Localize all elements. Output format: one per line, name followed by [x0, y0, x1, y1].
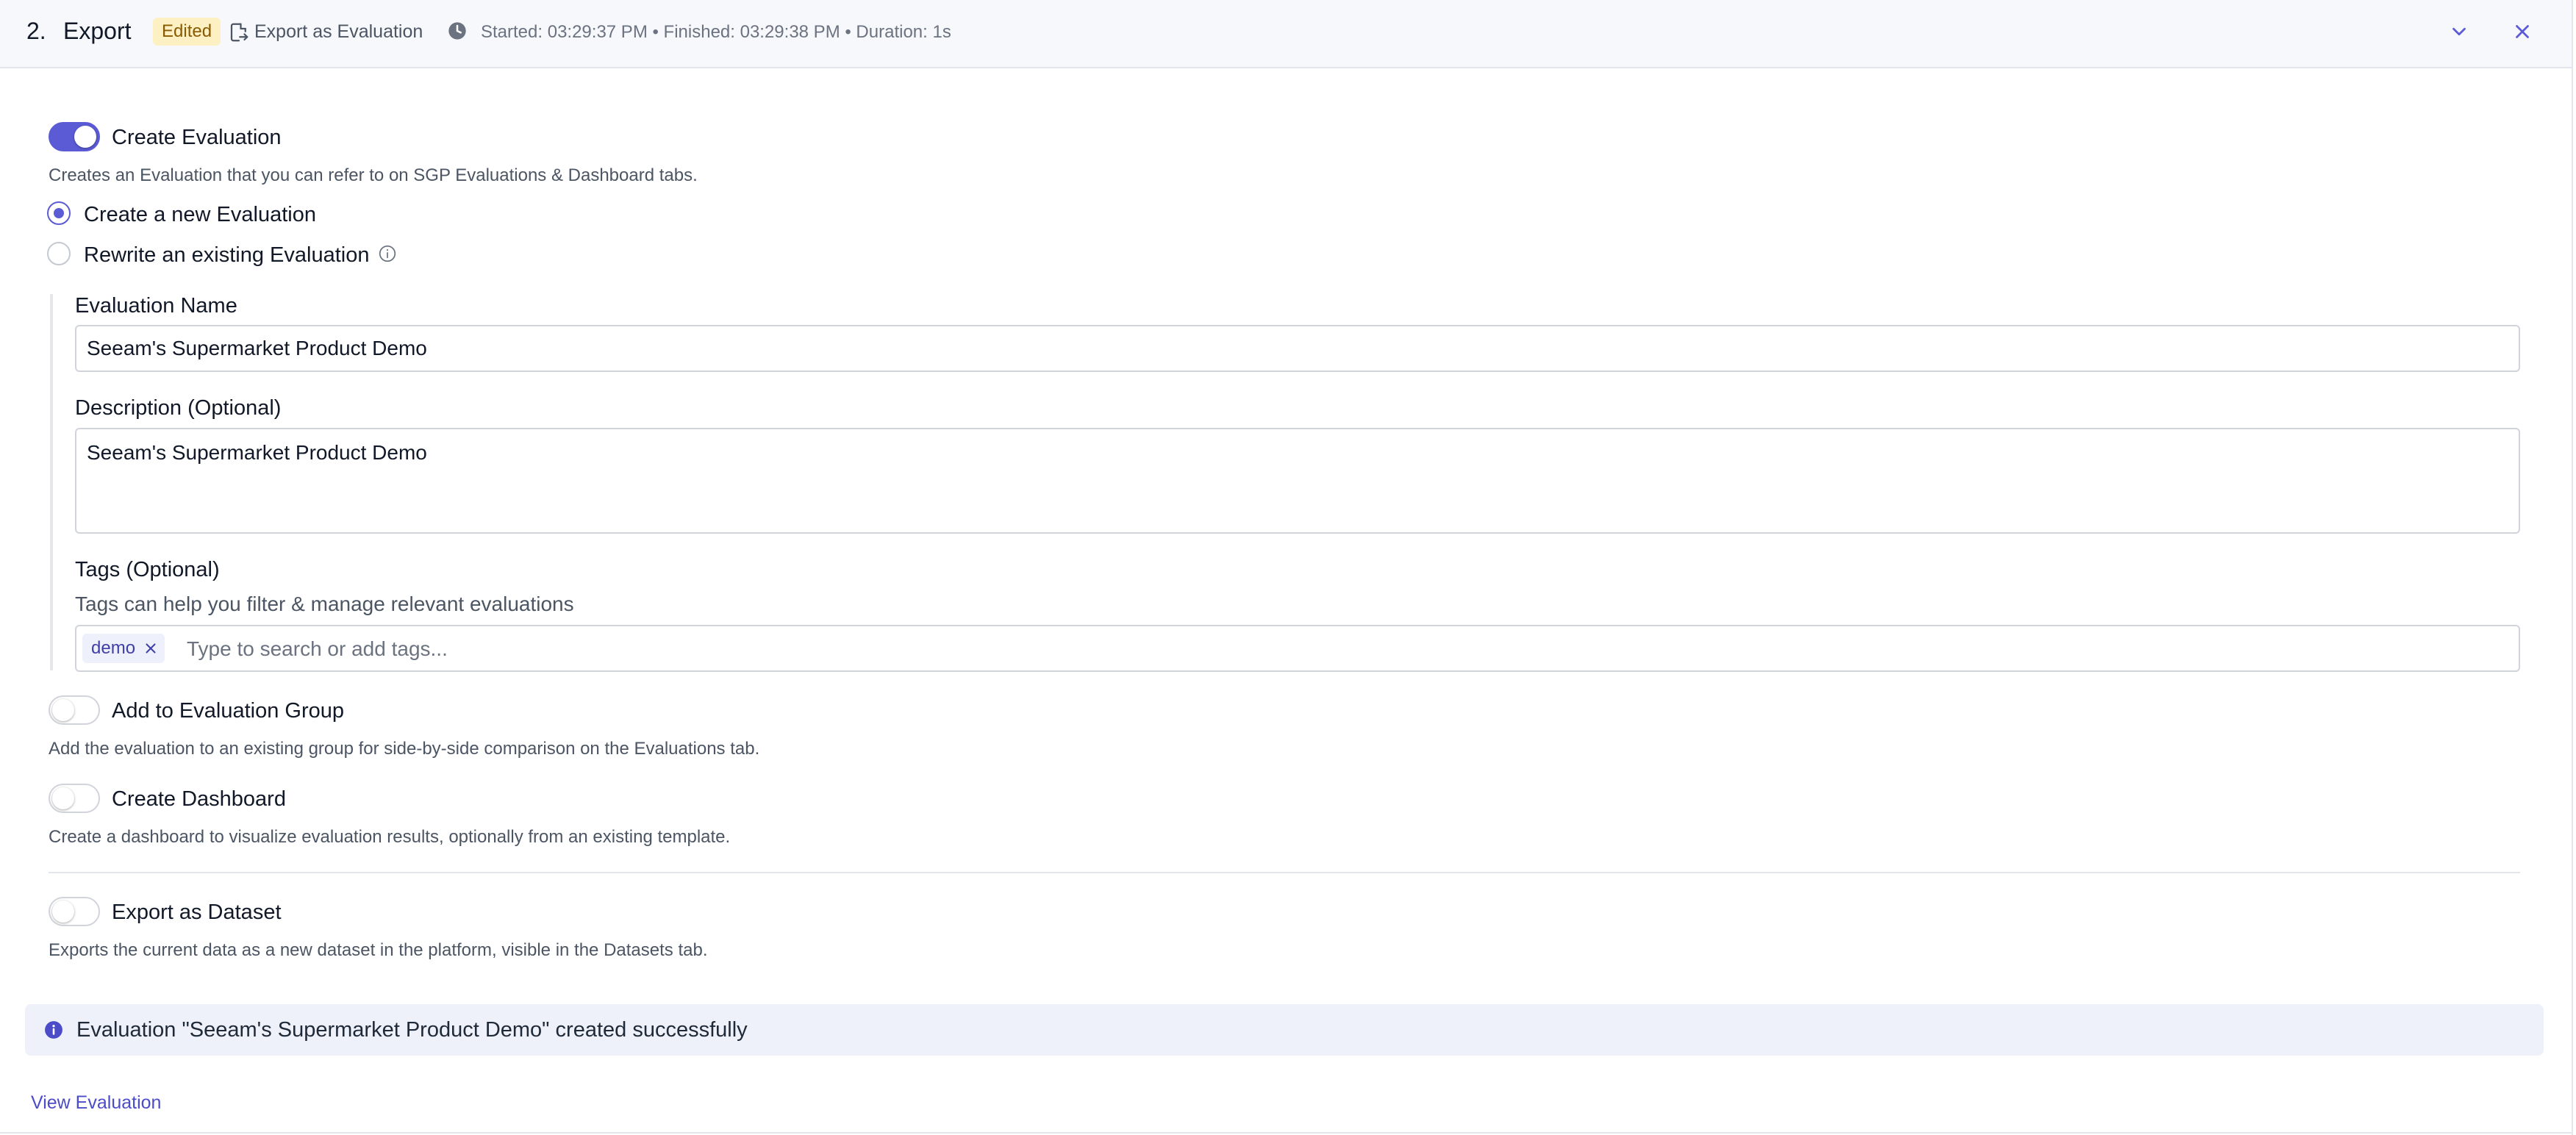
tags-search-input[interactable] [187, 635, 1069, 663]
section-divider [49, 872, 2520, 873]
tags-label: Tags (Optional) [75, 558, 220, 581]
edited-badge: Edited [153, 18, 221, 46]
view-evaluation-link[interactable]: View Evaluation [31, 1092, 161, 1114]
step-number: 2. [26, 18, 46, 44]
evaluation-group-label: Add to Evaluation Group [112, 699, 344, 723]
description-label: Description (Optional) [75, 396, 282, 420]
toggle-knob [52, 699, 74, 721]
tags-help-text: Tags can help you filter & manage releva… [75, 592, 574, 615]
panel-right-border [2572, 0, 2573, 1135]
radio-rewrite-existing-label[interactable]: Rewrite an existing Evaluation [84, 243, 369, 268]
tag-chip-label: demo [91, 638, 136, 658]
toggle-knob [52, 787, 74, 809]
create-dashboard-label: Create Dashboard [112, 787, 286, 811]
step-header: 2. Export Edited Export as Evaluation St… [0, 0, 2573, 68]
run-timing: Started: 03:29:37 PM • Finished: 03:29:3… [481, 22, 951, 42]
radio-rewrite-existing[interactable] [47, 242, 71, 265]
close-icon[interactable] [2511, 21, 2533, 43]
description-textarea[interactable]: Seeam's Supermarket Product Demo [75, 428, 2520, 534]
toggle-knob [74, 126, 96, 148]
evaluation-group-toggle[interactable] [49, 695, 100, 725]
export-dataset-toggle[interactable] [49, 897, 100, 926]
toggle-knob [52, 901, 74, 923]
success-banner: Evaluation "Seeam's Supermarket Product … [25, 1004, 2544, 1056]
success-message: Evaluation "Seeam's Supermarket Product … [76, 1018, 748, 1042]
radio-create-new-label[interactable]: Create a new Evaluation [84, 203, 316, 227]
info-icon[interactable] [378, 244, 397, 263]
create-evaluation-label: Create Evaluation [112, 126, 282, 149]
chevron-down-icon[interactable] [2448, 21, 2470, 43]
panel-bottom-border [0, 1132, 2573, 1134]
step-title: Export [63, 18, 132, 44]
clock-icon [448, 22, 466, 40]
create-evaluation-description: Creates an Evaluation that you can refer… [49, 165, 698, 185]
radio-create-new[interactable] [47, 201, 71, 225]
export-dataset-label: Export as Dataset [112, 901, 282, 924]
info-icon [45, 1021, 62, 1039]
file-export-icon [230, 23, 248, 42]
create-dashboard-toggle[interactable] [49, 784, 100, 813]
tag-remove-icon[interactable] [143, 640, 159, 656]
create-dashboard-description: Create a dashboard to visualize evaluati… [49, 827, 731, 847]
tag-chip: demo [82, 634, 165, 663]
create-evaluation-toggle[interactable] [49, 122, 100, 151]
tags-input-box[interactable]: demo [75, 625, 2520, 672]
export-dataset-description: Exports the current data as a new datase… [49, 940, 708, 960]
export-type-label: Export as Evaluation [254, 21, 423, 42]
evaluation-name-input[interactable] [75, 325, 2520, 372]
form-indent-line [50, 294, 53, 670]
evaluation-group-description: Add the evaluation to an existing group … [49, 739, 760, 759]
evaluation-name-label: Evaluation Name [75, 294, 237, 318]
